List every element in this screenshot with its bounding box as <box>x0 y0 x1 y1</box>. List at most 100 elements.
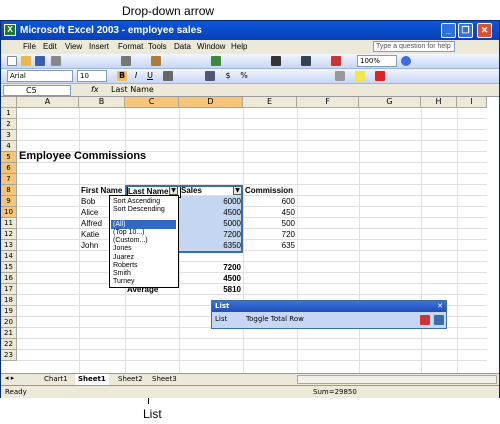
commission-cell[interactable]: 500 <box>245 218 295 229</box>
menu-insert[interactable]: Insert <box>89 42 109 51</box>
help-search-input[interactable]: Type a question for help <box>373 41 455 52</box>
row-header-9[interactable]: 9 <box>1 196 17 207</box>
row-header-20[interactable]: 20 <box>1 317 17 328</box>
font-select[interactable]: Arial <box>7 70 73 82</box>
currency-icon[interactable]: $ <box>223 71 233 81</box>
menu-edit[interactable]: Edit <box>43 42 57 51</box>
list-toolbar-chart-icon[interactable] <box>420 315 430 325</box>
commission-cell[interactable]: 600 <box>245 196 295 207</box>
first-name-cell[interactable]: Katie <box>81 229 99 240</box>
worksheet-grid[interactable]: A B C D E F G H I 1 2 3 4 5 6 7 8 9 10 11 12 13 14 15 1… <box>1 97 499 373</box>
horizontal-scrollbar[interactable] <box>297 375 497 384</box>
col-header-B[interactable]: B <box>79 97 125 108</box>
row-header-2[interactable]: 2 <box>1 119 17 130</box>
col-header-C[interactable]: C <box>125 97 179 108</box>
help-icon[interactable] <box>401 56 411 66</box>
chart-wizard-icon[interactable] <box>331 56 341 66</box>
dropdown-item[interactable]: Sort Descending <box>113 205 178 214</box>
col-header-H[interactable]: H <box>421 97 457 108</box>
menu-view[interactable]: View <box>65 42 82 51</box>
formula-input[interactable]: Last Name <box>111 85 154 94</box>
open-icon[interactable] <box>21 56 31 66</box>
commission-cell[interactable]: 720 <box>245 229 295 240</box>
sum-icon[interactable] <box>271 56 281 66</box>
row-header-8[interactable]: 8 <box>1 185 17 196</box>
first-name-cell[interactable]: John <box>81 240 98 251</box>
row-header-21[interactable]: 21 <box>1 328 17 339</box>
minimize-icon[interactable]: _ <box>441 23 456 38</box>
row-header-5[interactable]: 5 <box>1 152 17 163</box>
zoom-select[interactable]: 100% <box>357 55 397 67</box>
new-icon[interactable] <box>7 56 17 66</box>
list-toolbar-grid-icon[interactable] <box>434 315 444 325</box>
row-header-19[interactable]: 19 <box>1 306 17 317</box>
tab-chart1[interactable]: Chart1 <box>41 374 71 385</box>
dropdown-item[interactable]: Turney <box>113 277 178 286</box>
menu-tools[interactable]: Tools <box>148 42 167 51</box>
max-sales-cell[interactable]: 7200 <box>181 262 241 273</box>
print-icon[interactable] <box>51 56 61 66</box>
close-icon[interactable]: ✕ <box>477 23 492 38</box>
restore-icon[interactable]: ❐ <box>458 23 473 38</box>
row-header-1[interactable]: 1 <box>1 108 17 119</box>
autofilter-dropdown-list[interactable]: Sort Ascending Sort Descending (All) (To… <box>109 195 179 288</box>
tab-sheet2[interactable]: Sheet2 <box>115 374 146 385</box>
save-icon[interactable] <box>35 56 45 66</box>
average-sales-cell[interactable]: 5810 <box>181 284 241 295</box>
underline-icon[interactable]: U <box>145 71 155 81</box>
tab-scroll-icon[interactable]: ◂ ▸ <box>5 374 14 382</box>
menu-file[interactable]: File <box>23 42 36 51</box>
cut-icon[interactable] <box>121 56 131 66</box>
align-left-icon[interactable] <box>163 71 173 81</box>
col-header-I[interactable]: I <box>457 97 487 108</box>
row-header-23[interactable]: 23 <box>1 350 17 361</box>
row-header-10[interactable]: 10 <box>1 207 17 218</box>
menu-help[interactable]: Help <box>231 42 247 51</box>
undo-icon[interactable] <box>211 56 221 66</box>
row-header-22[interactable]: 22 <box>1 339 17 350</box>
commission-cell[interactable]: 450 <box>245 207 295 218</box>
row-header-11[interactable]: 11 <box>1 218 17 229</box>
menu-data[interactable]: Data <box>174 42 191 51</box>
percent-icon[interactable]: % <box>239 71 249 81</box>
list-menu-button[interactable]: List <box>215 315 227 323</box>
col-header-A[interactable]: A <box>17 97 79 108</box>
row-header-17[interactable]: 17 <box>1 284 17 295</box>
fx-icon[interactable]: fx <box>91 85 99 94</box>
col-header-E[interactable]: E <box>243 97 297 108</box>
bold-icon[interactable]: B <box>117 71 127 81</box>
fill-color-icon[interactable] <box>355 71 365 81</box>
menu-window[interactable]: Window <box>197 42 225 51</box>
font-color-icon[interactable] <box>375 71 385 81</box>
italic-icon[interactable]: I <box>131 71 141 81</box>
row-header-13[interactable]: 13 <box>1 240 17 251</box>
row-header-14[interactable]: 14 <box>1 251 17 262</box>
select-all-corner[interactable] <box>1 97 17 108</box>
menu-format[interactable]: Format <box>118 42 143 51</box>
row-header-18[interactable]: 18 <box>1 295 17 306</box>
first-name-cell[interactable]: Alice <box>81 207 98 218</box>
row-header-7[interactable]: 7 <box>1 174 17 185</box>
tab-sheet1[interactable]: Sheet1 <box>75 374 109 385</box>
borders-icon[interactable] <box>335 71 345 81</box>
toggle-total-row-button[interactable]: Toggle Total Row <box>246 315 304 323</box>
row-header-16[interactable]: 16 <box>1 273 17 284</box>
row-header-15[interactable]: 15 <box>1 262 17 273</box>
name-box[interactable]: C5 <box>3 85 71 96</box>
col-header-F[interactable]: F <box>297 97 359 108</box>
first-name-cell[interactable]: Bob <box>81 196 95 207</box>
paste-icon[interactable] <box>151 56 161 66</box>
dropdown-item[interactable]: Jones <box>113 244 178 253</box>
first-name-cell[interactable]: Alfred <box>81 218 102 229</box>
min-sales-cell[interactable]: 4500 <box>181 273 241 284</box>
col-header-D[interactable]: D <box>179 97 243 108</box>
row-header-4[interactable]: 4 <box>1 141 17 152</box>
row-header-6[interactable]: 6 <box>1 163 17 174</box>
row-header-12[interactable]: 12 <box>1 229 17 240</box>
tab-sheet3[interactable]: Sheet3 <box>149 374 180 385</box>
font-size-select[interactable]: 10 <box>77 70 107 82</box>
col-header-G[interactable]: G <box>359 97 421 108</box>
row-header-3[interactable]: 3 <box>1 130 17 141</box>
list-toolbar-close-icon[interactable]: ✕ <box>437 302 443 310</box>
merge-center-icon[interactable] <box>205 71 215 81</box>
